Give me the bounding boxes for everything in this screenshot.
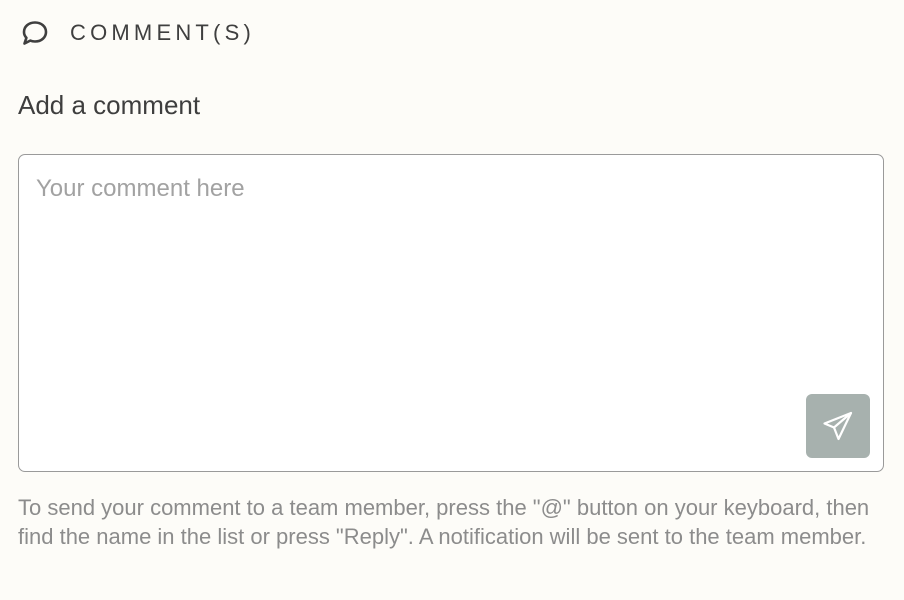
- comment-input[interactable]: [19, 155, 883, 471]
- add-comment-label: Add a comment: [18, 90, 201, 120]
- comments-section-header: COMMENT(S): [20, 14, 255, 52]
- comment-box: [18, 154, 884, 472]
- comments-panel: COMMENT(S) Add a comment To send your co…: [0, 0, 904, 600]
- section-title: COMMENT(S): [70, 20, 255, 45]
- comment-help-text: To send your comment to a team member, p…: [18, 495, 870, 549]
- comment-bubble-icon: [20, 18, 50, 48]
- send-button[interactable]: [806, 394, 870, 458]
- send-paper-plane-icon: [820, 408, 856, 444]
